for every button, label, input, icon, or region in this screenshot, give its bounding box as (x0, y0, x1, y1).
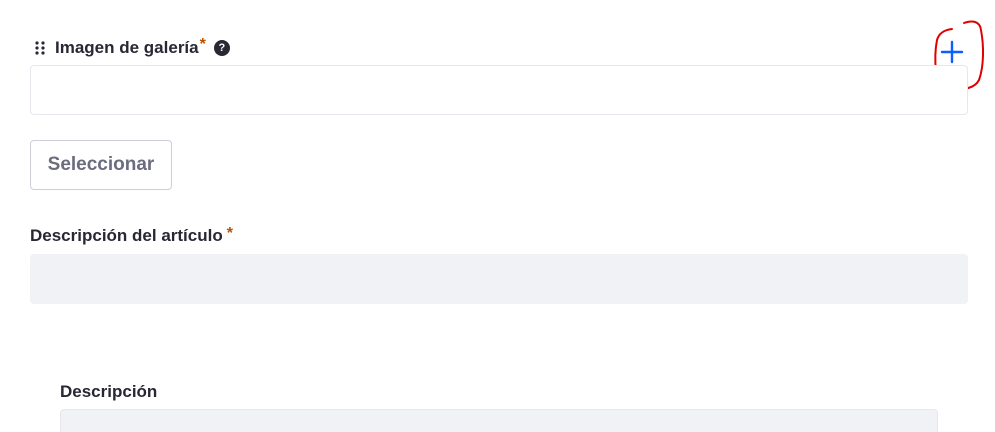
plus-icon (940, 40, 964, 64)
form-page: Imagen de galería * ? Seleccionar Descri… (0, 0, 995, 432)
help-icon[interactable]: ? (213, 40, 230, 56)
gallery-image-label: Imagen de galería (55, 38, 199, 57)
article-description-label-row: Descripción del artículo * (30, 225, 233, 246)
select-image-button[interactable]: Seleccionar (30, 140, 172, 190)
article-description-input[interactable] (30, 254, 968, 304)
required-indicator: * (199, 36, 206, 53)
description-input[interactable] (60, 409, 938, 432)
add-gallery-image-button[interactable] (936, 36, 968, 68)
article-description-label: Descripción del artículo (30, 226, 223, 245)
gallery-image-field-header: Imagen de galería * ? (34, 36, 230, 60)
description-label: Descripción (60, 382, 158, 401)
required-indicator: * (226, 225, 233, 242)
gallery-image-input[interactable] (30, 65, 968, 115)
drag-handle-icon[interactable] (34, 39, 48, 57)
